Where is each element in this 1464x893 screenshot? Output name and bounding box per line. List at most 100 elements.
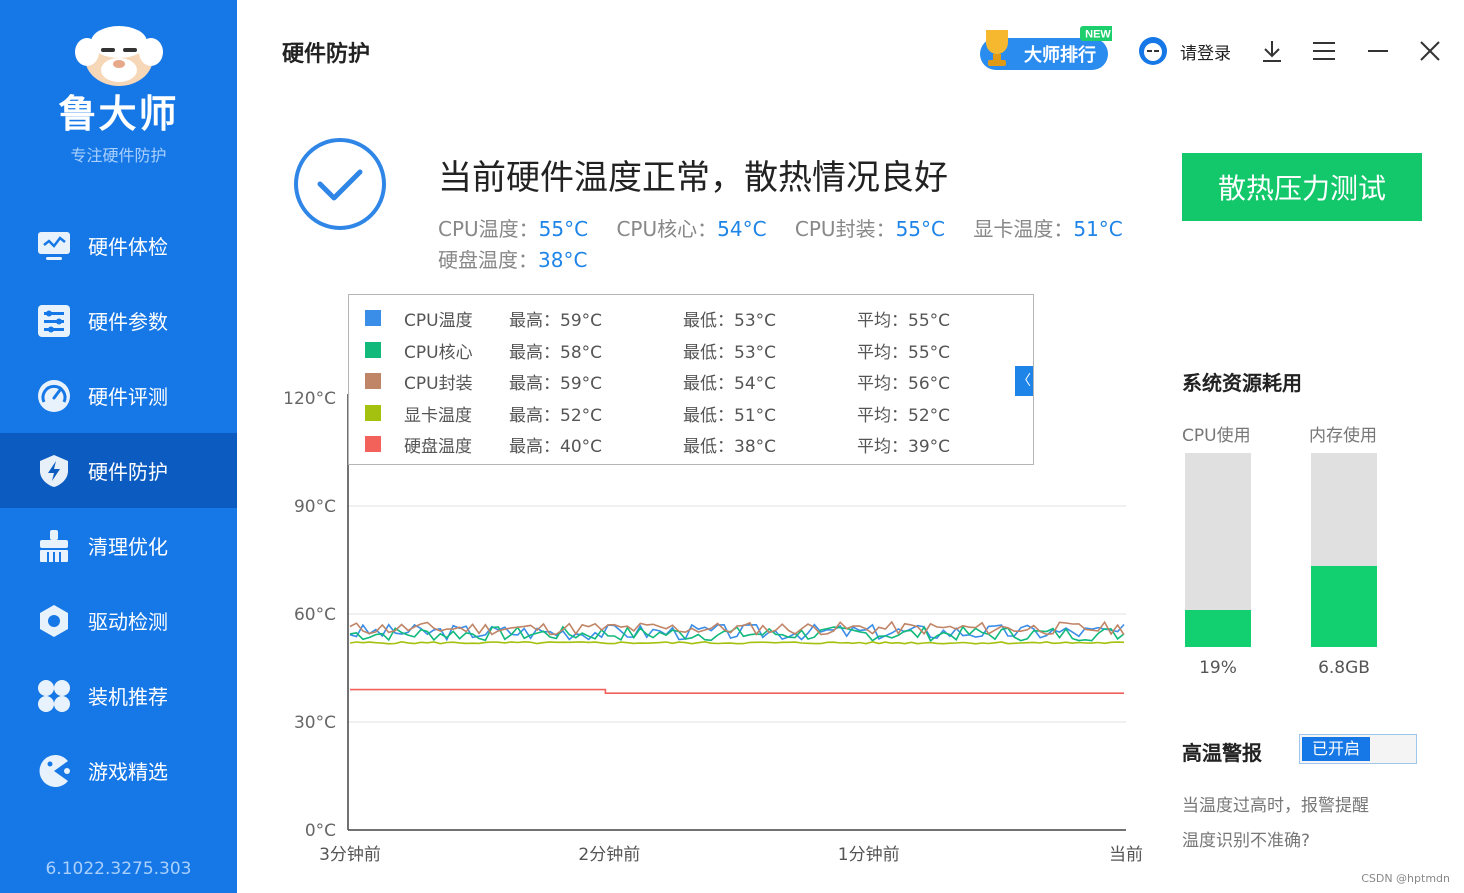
sidebar-item-game-picks[interactable]: 游戏精选 bbox=[0, 733, 237, 808]
sidebar-item-build-recommend[interactable]: 装机推荐 bbox=[0, 658, 237, 733]
cpu-temp-value: 55°C bbox=[538, 217, 589, 241]
sidebar-item-driver-check[interactable]: 驱动检测 bbox=[0, 583, 237, 658]
y-tick-label: 60°C bbox=[294, 605, 336, 625]
legend-min: 最低：51°C bbox=[683, 406, 777, 426]
sidebar-item-hardware-benchmark[interactable]: 硬件评测 bbox=[0, 358, 237, 433]
game-pacman-icon bbox=[39, 755, 70, 787]
legend-min: 最低：54°C bbox=[683, 374, 777, 394]
sidebar-item-hardware-protection[interactable]: 硬件防护 bbox=[0, 433, 237, 508]
legend-swatch bbox=[365, 342, 381, 358]
cpu-package-label: CPU封装： bbox=[794, 217, 896, 241]
sidebar-item-label: 硬件防护 bbox=[88, 460, 168, 484]
legend-min: 最低：53°C bbox=[683, 343, 777, 363]
temp-inaccurate-link[interactable]: 温度识别不准确? bbox=[1182, 826, 1310, 851]
legend-row-cpu-package: CPU封装 最高：59°C 最低：54°C 平均：56°C bbox=[349, 368, 1035, 394]
legend-avg: 平均：39°C bbox=[857, 437, 951, 457]
sidebar-item-cleanup[interactable]: 清理优化 bbox=[0, 508, 237, 583]
memory-usage-label: 内存使用 bbox=[1309, 426, 1377, 446]
stress-test-button[interactable]: 散热压力测试 bbox=[1182, 153, 1422, 221]
mascot-logo-icon bbox=[74, 26, 163, 86]
status-headline: 当前硬件温度正常，散热情况良好 bbox=[438, 158, 948, 198]
y-tick-label: 90°C bbox=[294, 497, 336, 517]
legend-swatch bbox=[365, 405, 381, 421]
sidebar-item-hardware-check[interactable]: 硬件体检 bbox=[0, 208, 237, 283]
cpu-usage-bar bbox=[1185, 453, 1251, 647]
legend-min: 最低：53°C bbox=[683, 311, 777, 331]
cpu-package-value: 55°C bbox=[895, 217, 945, 241]
legend-max: 最高：52°C bbox=[509, 406, 603, 426]
memory-usage-fill bbox=[1311, 565, 1377, 647]
sidebar-nav: 硬件体检 硬件参数 硬件评测 硬件防护 清理优化 驱动检测 装机推荐 游戏精选 bbox=[0, 208, 237, 808]
sidebar-item-hardware-params[interactable]: 硬件参数 bbox=[0, 283, 237, 358]
user-avatar-icon bbox=[1139, 37, 1167, 65]
y-tick-label: 30°C bbox=[294, 713, 336, 733]
x-tick-label: 2分钟前 bbox=[578, 845, 640, 865]
y-tick-label: 120°C bbox=[283, 389, 336, 409]
series-line bbox=[349, 640, 1125, 645]
legend-row-cpu-core: CPU核心 最高：58°C 最低：53°C 平均：55°C bbox=[349, 337, 1035, 363]
gpu-temp-label: 显卡温度： bbox=[973, 217, 1074, 241]
high-temp-alarm-toggle[interactable]: 已开启 bbox=[1299, 734, 1417, 764]
logo: 鲁大师 专注硬件防护 bbox=[0, 18, 237, 166]
legend-avg: 平均：56°C bbox=[857, 374, 951, 394]
sidebar-item-label: 硬件体检 bbox=[88, 235, 168, 259]
legend-name: CPU核心 bbox=[404, 343, 473, 363]
sidebar-item-label: 硬件评测 bbox=[88, 385, 168, 409]
page-title: 硬件防护 bbox=[282, 42, 371, 67]
legend-max: 最高：58°C bbox=[509, 343, 603, 363]
legend-name: 硬盘温度 bbox=[404, 437, 472, 457]
resources-title: 系统资源耗用 bbox=[1182, 371, 1302, 395]
sidebar: 鲁大师 专注硬件防护 硬件体检 硬件参数 硬件评测 硬件防护 清理优化 驱动检测… bbox=[0, 0, 237, 893]
legend-avg: 平均：52°C bbox=[857, 406, 951, 426]
temperature-readouts-row2: 硬盘温度：38°C bbox=[438, 244, 609, 273]
cpu-usage-label: CPU使用 bbox=[1182, 426, 1251, 446]
chart-legend: CPU温度 最高：59°C 最低：53°C 平均：55°C CPU核心 最高：5… bbox=[348, 294, 1034, 465]
series-line bbox=[350, 688, 1124, 695]
petal-grid-icon bbox=[38, 680, 70, 712]
legend-collapse-button[interactable]: 〈 bbox=[1015, 366, 1033, 396]
toggle-on-label: 已开启 bbox=[1302, 737, 1370, 761]
x-tick-label: 当前 bbox=[1109, 845, 1143, 865]
new-badge: NEW bbox=[1085, 29, 1111, 41]
x-tick-label: 3分钟前 bbox=[319, 845, 381, 865]
legend-name: CPU温度 bbox=[404, 311, 473, 331]
menu-icon[interactable] bbox=[1311, 38, 1337, 64]
sidebar-item-label: 装机推荐 bbox=[88, 685, 168, 709]
memory-usage-bar bbox=[1311, 453, 1377, 647]
ranking-label: 大师排行 bbox=[1024, 44, 1096, 66]
trophy-icon bbox=[986, 30, 1008, 66]
close-icon[interactable] bbox=[1417, 38, 1443, 64]
legend-max: 最高：59°C bbox=[509, 311, 603, 331]
brand-tagline: 专注硬件防护 bbox=[70, 146, 167, 165]
gpu-temp-value: 51°C bbox=[1073, 217, 1123, 241]
download-icon[interactable] bbox=[1259, 38, 1285, 64]
monitor-check-icon bbox=[38, 232, 70, 260]
legend-swatch bbox=[365, 310, 381, 326]
memory-usage-value: 6.8GB bbox=[1318, 658, 1370, 678]
login-label: 请登录 bbox=[1180, 43, 1231, 64]
legend-max: 最高：59°C bbox=[509, 374, 603, 394]
sidebar-item-label: 驱动检测 bbox=[88, 610, 168, 634]
brand-name: 鲁大师 bbox=[58, 92, 179, 136]
shield-bolt-icon bbox=[40, 455, 68, 487]
legend-swatch bbox=[365, 436, 381, 452]
master-ranking-button[interactable]: NEW 大师排行 bbox=[978, 26, 1112, 72]
cpu-temp-label: CPU温度： bbox=[438, 217, 539, 241]
broom-icon bbox=[40, 530, 68, 562]
legend-name: 显卡温度 bbox=[404, 406, 472, 426]
minimize-icon[interactable] bbox=[1365, 38, 1391, 64]
login-button[interactable]: 请登录 bbox=[1138, 36, 1231, 66]
temperature-readouts: CPU温度：55°C CPU核心：54°C CPU封装：55°C 显卡温度：51… bbox=[438, 213, 1145, 242]
alarm-description: 当温度过高时，报警提醒 bbox=[1182, 796, 1369, 816]
series-line bbox=[349, 625, 1125, 643]
watermark-credit: CSDN @hptmdn bbox=[1361, 872, 1450, 885]
cpu-usage-value: 19% bbox=[1199, 658, 1237, 678]
legend-min: 最低：38°C bbox=[683, 437, 777, 457]
legend-row-gpu-temp: 显卡温度 最高：52°C 最低：51°C 平均：52°C bbox=[349, 400, 1035, 426]
legend-row-cpu-temp: CPU温度 最高：59°C 最低：53°C 平均：55°C bbox=[349, 305, 1035, 331]
cpu-core-value: 54°C bbox=[717, 217, 767, 241]
x-tick-label: 1分钟前 bbox=[838, 845, 900, 865]
cpu-core-label: CPU核心： bbox=[616, 217, 718, 241]
app-version: 6.1022.3275.303 bbox=[45, 859, 192, 879]
y-tick-label: 0°C bbox=[305, 821, 336, 841]
